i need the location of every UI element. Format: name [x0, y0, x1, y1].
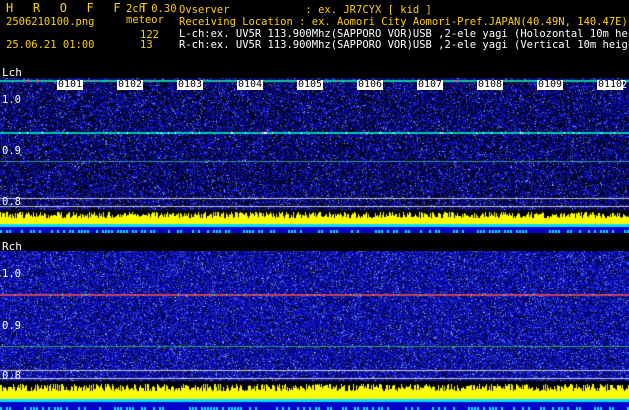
minute-label-0105: 0105: [297, 79, 324, 90]
minute-label-0108: 0108: [477, 79, 504, 90]
location-info: Receiving Location : ex. Aomori City Aom…: [179, 16, 628, 28]
rch-info: R-ch:ex. UV5R 113.900Mhz(SAPPORO VOR)USB…: [179, 39, 629, 51]
minute-label-0102: 0102: [117, 79, 144, 90]
rch-tick-1: 1.0: [2, 268, 21, 280]
lch-tick-2: 0.9: [2, 145, 21, 157]
minute-label-0106: 0106: [357, 79, 384, 90]
minute-label-0110: 0110: [597, 79, 624, 90]
scroll-marker: 2: [621, 79, 628, 91]
minute-label-0109: 0109: [537, 79, 564, 90]
minute-label-0101: 0101: [57, 79, 84, 90]
lch-tick-3: 0.8: [2, 196, 21, 208]
rch-spectrogram[interactable]: [0, 251, 629, 410]
minute-label-0104: 0104: [237, 79, 264, 90]
observer-info: Ovserver : ex. JR7CYX [ kid ]: [179, 4, 432, 16]
rch-tick-3: 0.8: [2, 370, 21, 382]
type-label: meteor: [126, 14, 164, 26]
filename-label: 2506210100.png: [6, 16, 95, 28]
lch-spectrogram[interactable]: [0, 78, 629, 233]
rch-count: 13: [140, 39, 153, 51]
lch-tick-1: 1.0: [2, 94, 21, 106]
datetime-label: 25.06.21 01:00: [6, 39, 95, 51]
minute-label-0107: 0107: [417, 79, 444, 90]
minute-label-0103: 0103: [177, 79, 204, 90]
rch-tick-2: 0.9: [2, 320, 21, 332]
